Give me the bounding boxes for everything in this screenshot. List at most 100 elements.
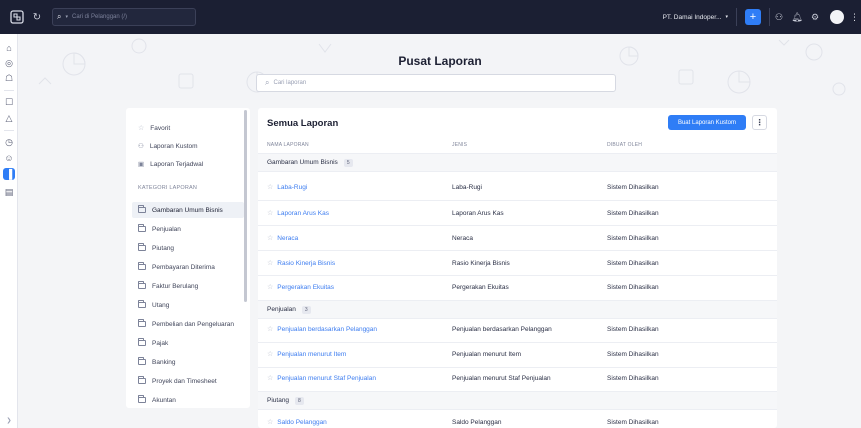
star-icon[interactable]: ☆ [267, 209, 273, 217]
report-created-by-cell: Sistem Dihasilkan [607, 350, 659, 358]
home-icon[interactable]: ⌂ [3, 42, 15, 54]
folder-icon [138, 338, 146, 346]
column-header-created-by[interactable]: DIBUAT OLEH [607, 142, 642, 148]
app-logo-icon[interactable] [6, 6, 28, 28]
folder-icon [138, 262, 146, 270]
report-link[interactable]: Laba-Rugi [277, 184, 307, 191]
bank-icon[interactable]: ☖ [3, 72, 15, 84]
global-search-input[interactable]: ⌕ ▾ Cari di Pelanggan (/) [52, 8, 196, 26]
clock-icon[interactable]: ◷ [3, 136, 15, 148]
report-link[interactable]: Saldo Pelanggan [277, 419, 327, 426]
report-name-cell: ☆ Saldo Pelanggan [267, 411, 327, 428]
report-link[interactable]: Rasio Kinerja Bisnis [277, 260, 335, 267]
section-title: Semua Laporan [267, 118, 339, 129]
app-menu-icon[interactable]: ⋮ [850, 12, 859, 23]
search-dropdown-icon[interactable]: ▾ [65, 14, 68, 20]
report-search-placeholder: Cari laporan [273, 80, 307, 86]
column-header-type[interactable]: JENIS [452, 142, 467, 148]
sidebar-item-recurring-invoices[interactable]: Faktur Berulang [132, 278, 244, 294]
sidebar-item-purchases-expenses[interactable]: Pembelian dan Pengeluaran [132, 316, 244, 332]
sidebar-item-label: Utang [152, 301, 170, 309]
cart-icon[interactable]: ☐ [3, 96, 15, 108]
page-title: Pusat Laporan [398, 54, 482, 68]
reports-icon[interactable]: ▐ [3, 168, 15, 180]
report-created-by-cell: Sistem Dihasilkan [607, 259, 659, 267]
report-name-cell: ☆ Rasio Kinerja Bisnis [267, 252, 335, 274]
table-row[interactable]: ☆ Neraca Neraca Sistem Dihasilkan [258, 227, 777, 249]
quick-create-button[interactable]: + [745, 9, 761, 25]
gear-icon[interactable]: ⚙ [806, 8, 824, 26]
contacts-icon[interactable]: ◎ [3, 57, 15, 69]
divider [258, 409, 777, 410]
sidebar-item-business-overview[interactable]: Gambaran Umum Bisnis [132, 202, 244, 218]
report-link[interactable]: Penjualan berdasarkan Pelanggan [277, 326, 377, 333]
schedule-icon: ▣ [138, 161, 145, 168]
sidebar-item-favorite[interactable]: ☆ Favorit [132, 120, 244, 136]
group-name: Piutang [267, 397, 290, 404]
report-created-by-cell: Sistem Dihasilkan [607, 183, 659, 191]
search-icon: ⌕ [57, 12, 62, 21]
sidebar-item-payments-received[interactable]: Pembayaran Diterima [132, 259, 244, 275]
bag-icon[interactable]: △ [3, 112, 15, 124]
report-search-input[interactable]: ⌕ Cari laporan [256, 74, 616, 92]
folder-icon [138, 205, 146, 213]
report-link[interactable]: Pergerakan Ekuitas [277, 284, 334, 291]
report-category-panel: ☆ Favorit ⚇ Laporan Kustom ▣ Laporan Ter… [126, 108, 250, 408]
table-row[interactable]: ☆ Saldo Pelanggan Saldo Pelanggan Sistem … [258, 411, 777, 428]
folder-icon [138, 376, 146, 384]
group-name: Gambaran Umum Bisnis [267, 159, 338, 166]
star-icon[interactable]: ☆ [267, 325, 273, 333]
sidebar-item-taxes[interactable]: Pajak [132, 335, 244, 351]
referral-icon[interactable]: ⚇ [770, 8, 788, 26]
more-options-button[interactable]: ⋮ [752, 115, 767, 130]
report-link[interactable]: Laporan Arus Kas [277, 210, 329, 217]
star-icon[interactable]: ☆ [267, 234, 273, 242]
table-row[interactable]: ☆ Penjualan menurut Staf Penjualan Penjua… [258, 367, 777, 389]
chevron-down-icon: ▾ [725, 14, 728, 20]
avatar[interactable] [830, 10, 844, 24]
sidebar-item-label: Faktur Berulang [152, 282, 199, 290]
sidebar-item-projects-timesheet[interactable]: Proyek dan Timesheet [132, 373, 244, 389]
sidebar-item-scheduled-reports[interactable]: ▣ Laporan Terjadwal [132, 156, 244, 172]
divider [736, 8, 737, 26]
star-icon[interactable]: ☆ [267, 259, 273, 267]
group-name: Penjualan [267, 306, 296, 313]
table-row[interactable]: ☆ Laba-Rugi Laba-Rugi Sistem Dihasilkan [258, 176, 777, 198]
bell-icon[interactable]: 🔔︎ [788, 8, 806, 26]
table-row[interactable]: ☆ Penjualan berdasarkan Pelanggan Penjual… [258, 318, 777, 340]
sidebar-item-banking[interactable]: Banking [132, 354, 244, 370]
folder-icon [138, 319, 146, 327]
report-created-by-cell: Sistem Dihasilkan [607, 374, 659, 382]
report-name-cell: ☆ Laba-Rugi [267, 176, 307, 198]
accountant-icon[interactable]: ☺ [3, 152, 15, 164]
report-link[interactable]: Neraca [277, 235, 298, 242]
refresh-icon[interactable]: ↻ [28, 8, 46, 26]
create-custom-report-button[interactable]: Buat Laporan Kustom [668, 115, 746, 130]
sidebar-item-payables[interactable]: Utang [132, 297, 244, 313]
column-header-name[interactable]: NAMA LAPORAN [267, 142, 309, 148]
report-link[interactable]: Penjualan menurut Item [277, 351, 346, 358]
global-search-placeholder: Cari di Pelanggan (/) [72, 14, 128, 20]
documents-icon[interactable]: ▤ [3, 186, 15, 198]
star-icon[interactable]: ☆ [267, 183, 273, 191]
table-row[interactable]: ☆ Laporan Arus Kas Laporan Arus Kas Siste… [258, 202, 777, 224]
table-row[interactable]: ☆ Penjualan menurut Item Penjualan menuru… [258, 343, 777, 365]
table-row[interactable]: ☆ Pergerakan Ekuitas Pergerakan Ekuitas S… [258, 276, 777, 298]
report-link[interactable]: Penjualan menurut Staf Penjualan [277, 375, 376, 382]
collapse-rail-icon[interactable]: ❯ [3, 414, 15, 426]
top-bar: ↻ ⌕ ▾ Cari di Pelanggan (/) PT. Damai In… [0, 0, 861, 34]
sidebar-item-custom-reports[interactable]: ⚇ Laporan Kustom [132, 138, 244, 154]
star-icon[interactable]: ☆ [267, 350, 273, 358]
star-icon[interactable]: ☆ [267, 418, 273, 426]
group-count-badge: 8 [295, 396, 304, 405]
sidebar-item-sales[interactable]: Penjualan [132, 221, 244, 237]
sidebar-item-receivables[interactable]: Piutang [132, 240, 244, 256]
report-name-cell: ☆ Laporan Arus Kas [267, 202, 329, 224]
sidebar-item-accountant[interactable]: Akuntan [132, 392, 244, 408]
category-scrollbar[interactable] [244, 110, 247, 302]
report-created-by-cell: Sistem Dihasilkan [607, 209, 659, 217]
star-icon[interactable]: ☆ [267, 283, 273, 291]
organization-switcher[interactable]: PT. Damai Indoper... ▾ [655, 14, 736, 21]
star-icon[interactable]: ☆ [267, 374, 273, 382]
table-row[interactable]: ☆ Rasio Kinerja Bisnis Rasio Kinerja Bisn… [258, 252, 777, 274]
